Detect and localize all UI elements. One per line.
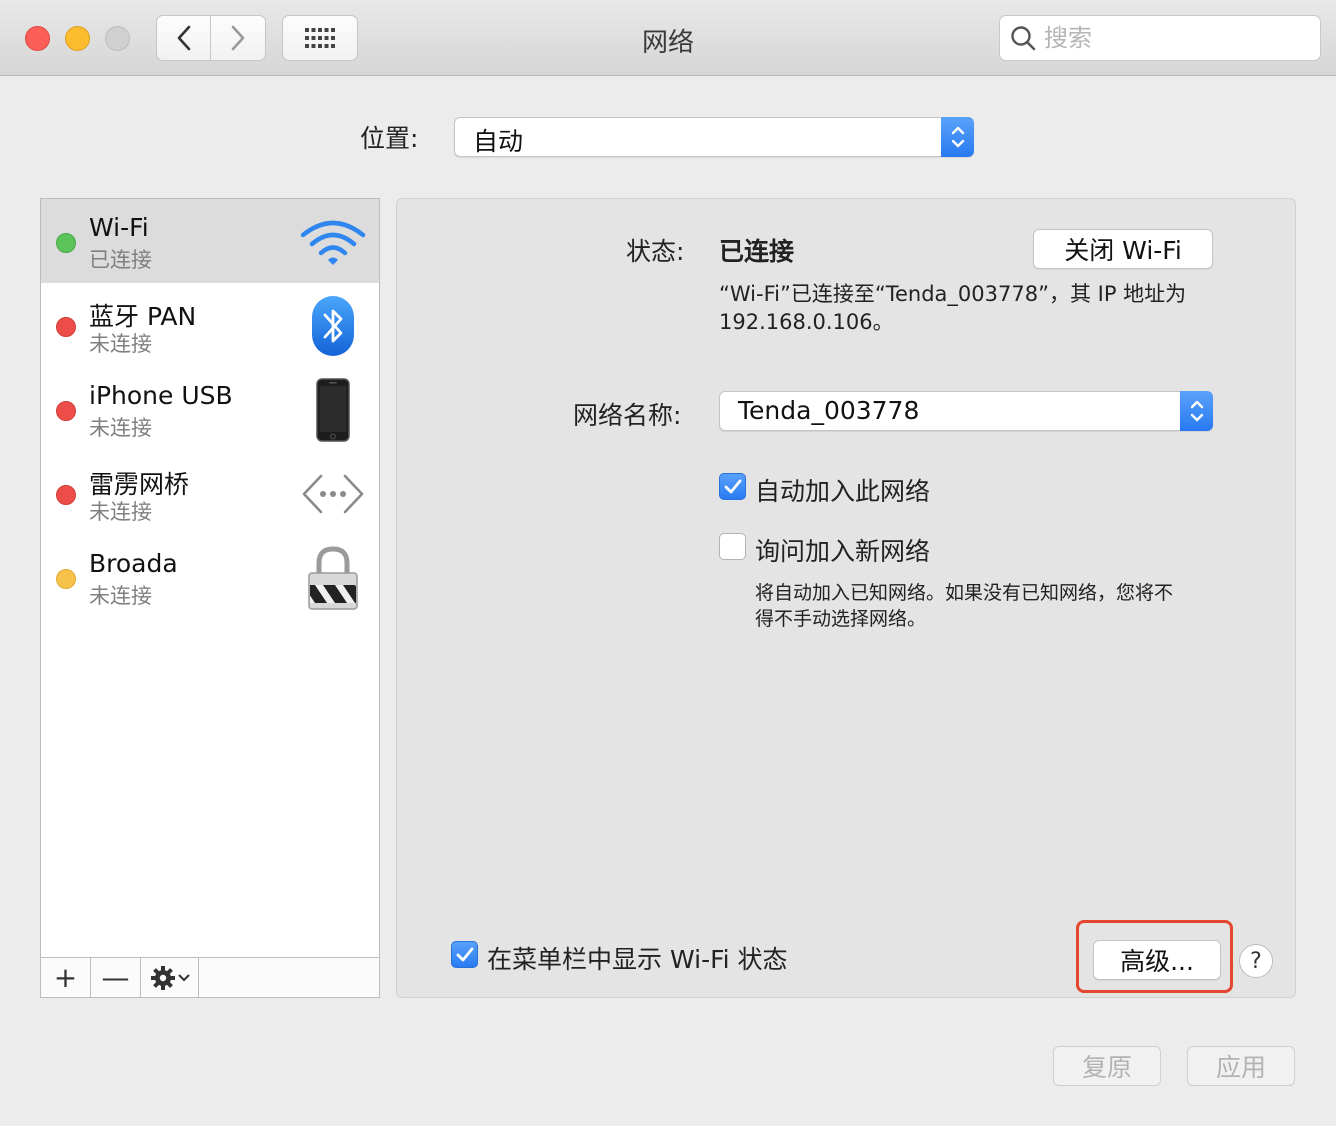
service-status: 未连接 [89, 500, 152, 524]
auto-join-checkbox[interactable] [719, 473, 746, 500]
ask-join-label[interactable]: 询问加入新网络 [755, 532, 930, 568]
service-item-wifi[interactable]: Wi-Fi 已连接 [41, 199, 379, 283]
ask-join-description-line2: 得不手动选择网络。 [755, 608, 927, 630]
updown-arrows-icon [941, 117, 974, 157]
status-dot [56, 401, 76, 421]
network-name-value: Tenda_003778 [738, 396, 920, 425]
location-select[interactable]: 自动 [454, 117, 974, 157]
search-field[interactable] [999, 15, 1321, 61]
status-value: 已连接 [719, 237, 795, 266]
wifi-icon [299, 209, 367, 275]
status-dot [56, 485, 76, 505]
search-icon [1011, 26, 1036, 51]
location-value: 自动 [473, 127, 524, 156]
iphone-icon [299, 377, 367, 443]
service-name: iPhone USB [89, 381, 233, 410]
turn-off-wifi-button[interactable]: 关闭 Wi-Fi [1033, 229, 1213, 269]
checkmark-icon [456, 947, 473, 961]
location-label: 位置: [360, 124, 419, 153]
service-status: 已连接 [89, 248, 152, 272]
advanced-button[interactable]: 高级... [1093, 940, 1221, 980]
chevron-down-icon [177, 973, 190, 981]
title-bar: 网络 [0, 0, 1336, 76]
status-description-line2: 192.168.0.106。 [719, 310, 894, 334]
service-item-iphone-usb[interactable]: iPhone USB 未连接 [41, 367, 379, 451]
show-wifi-in-menubar-label[interactable]: 在菜单栏中显示 Wi-Fi 状态 [487, 940, 788, 976]
status-label: 状态: [626, 237, 685, 266]
status-dot [56, 317, 76, 337]
service-status: 未连接 [89, 584, 152, 608]
remove-service-button[interactable]: — [91, 958, 141, 997]
service-name: Wi-Fi [89, 213, 149, 242]
show-wifi-in-menubar-checkbox[interactable] [451, 941, 478, 968]
vpn-lock-icon [299, 545, 367, 611]
service-item-thunderbolt-bridge[interactable]: 雷雳网桥 未连接 [41, 451, 379, 535]
network-name-select[interactable]: Tenda_003778 [719, 391, 1213, 431]
revert-button[interactable]: 复原 [1053, 1046, 1161, 1086]
action-menu-button[interactable] [141, 958, 199, 997]
checkmark-icon [724, 479, 741, 493]
status-description-line1: “Wi-Fi”已连接至“Tenda_003778”，其 IP 地址为 [719, 282, 1187, 306]
status-dot [56, 233, 76, 253]
service-status: 未连接 [89, 416, 152, 440]
network-name-label: 网络名称: [573, 401, 682, 430]
service-name: Broada [89, 549, 178, 578]
service-item-broada[interactable]: Broada 未连接 [41, 535, 379, 619]
bluetooth-icon [299, 293, 367, 359]
updown-arrows-icon [1180, 391, 1213, 431]
add-service-button[interactable]: + [41, 958, 91, 997]
service-status: 未连接 [89, 332, 152, 356]
ask-join-checkbox[interactable] [719, 533, 746, 560]
apply-button[interactable]: 应用 [1187, 1046, 1295, 1086]
ask-join-description-line1: 将自动加入已知网络。如果没有已知网络，您将不 [755, 582, 1174, 604]
service-list-toolbar: + — [41, 957, 379, 997]
service-item-bluetooth-pan[interactable]: 蓝牙 PAN 未连接 [41, 283, 379, 367]
thunderbolt-bridge-icon [299, 461, 367, 527]
gear-icon [150, 965, 175, 990]
help-button[interactable]: ? [1239, 944, 1273, 978]
status-dot [56, 569, 76, 589]
search-input[interactable] [1044, 24, 1304, 52]
auto-join-label[interactable]: 自动加入此网络 [755, 472, 930, 508]
service-list: Wi-Fi 已连接 蓝牙 PAN 未连接 iPhone USB 未连接 雷雳网桥… [40, 198, 380, 998]
